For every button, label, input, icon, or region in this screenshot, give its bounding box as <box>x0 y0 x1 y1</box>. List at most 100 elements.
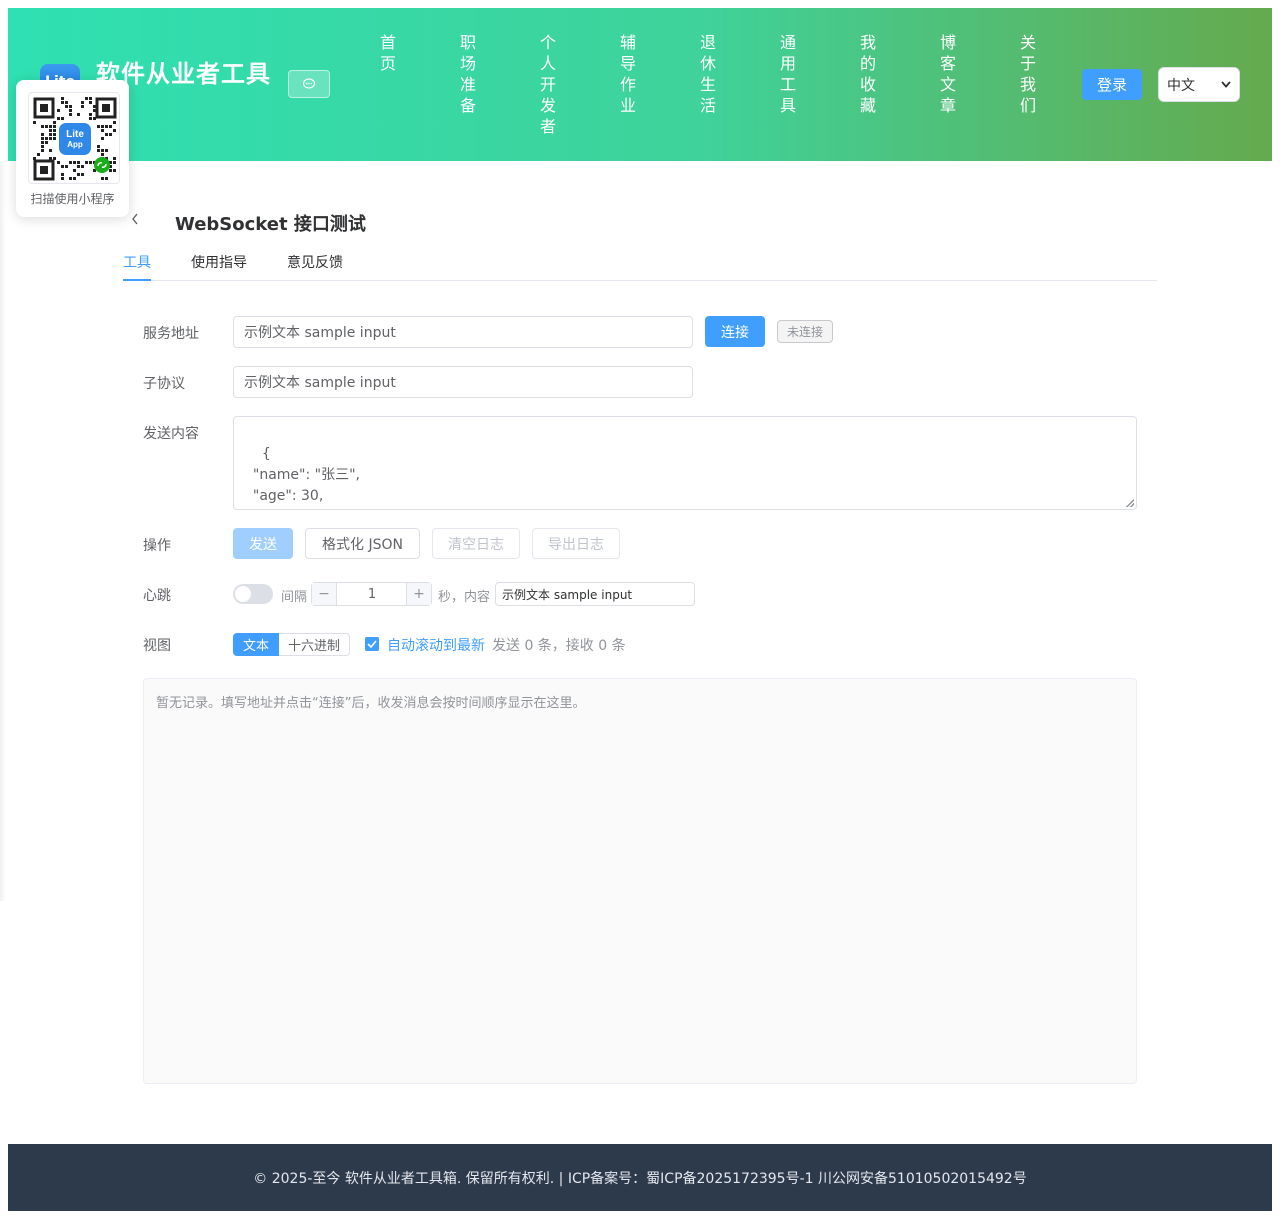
nav-item-tools[interactable]: 通用工具 <box>778 32 798 116</box>
site-header: Lite 软件从业者工具 首页 职场准备 个人开发者 辅导作业 退休生活 通用工… <box>8 8 1272 161</box>
qr-module <box>89 117 92 120</box>
page-title: WebSocket 接口测试 <box>175 214 366 235</box>
drawer-edge-shadow <box>0 161 6 901</box>
qr-module <box>53 121 56 124</box>
nav-item-about[interactable]: 关于我们 <box>1018 32 1038 116</box>
qr-module <box>85 161 88 164</box>
nav-item-career[interactable]: 职场准备 <box>458 32 478 116</box>
heartbeat-interval-value[interactable]: 1 <box>338 583 406 605</box>
tab-feedback[interactable]: 意见反馈 <box>287 252 343 281</box>
qr-module <box>69 113 72 116</box>
qr-module <box>65 165 68 168</box>
nav-item-homework[interactable]: 辅导作业 <box>618 32 638 116</box>
tab-guide[interactable]: 使用指导 <box>191 252 247 281</box>
qr-module <box>105 125 108 128</box>
qr-module <box>73 161 76 164</box>
subprotocol-input[interactable]: 示例文本 sample input <box>233 366 693 398</box>
heartbeat-content-input[interactable]: 示例文本 sample input <box>495 582 695 606</box>
qr-module <box>85 97 88 100</box>
heartbeat-interval-label: 间隔 <box>281 590 308 605</box>
auto-scroll-checkbox[interactable] <box>365 637 379 651</box>
view-hex-option[interactable]: 十六进制 <box>279 633 350 656</box>
nav-item-favorites[interactable]: 我的收藏 <box>858 32 878 116</box>
view-text-option[interactable]: 文本 <box>233 633 279 656</box>
back-button[interactable] <box>130 211 140 230</box>
message-log-panel[interactable]: 暂无记录。填写地址并点击“连接”后，收发消息会按时间顺序显示在这里。 <box>143 678 1137 1084</box>
qr-module <box>53 137 56 140</box>
heartbeat-unit-label: 秒，内容 <box>438 590 491 605</box>
log-empty-message: 暂无记录。填写地址并点击“连接”后，收发消息会按时间顺序显示在这里。 <box>156 696 586 711</box>
send-content-textarea[interactable]: { "name": "张三", "age": 30, "items": ["a"… <box>233 416 1137 510</box>
language-select[interactable]: 中文 <box>1158 67 1240 102</box>
qr-module <box>89 101 92 104</box>
qr-module <box>113 121 116 124</box>
qr-module <box>77 173 80 176</box>
qr-module <box>113 129 116 132</box>
nav-item-retirement[interactable]: 退休生活 <box>698 32 718 116</box>
qr-module <box>113 161 116 164</box>
qr-module <box>41 149 44 152</box>
chat-button[interactable] <box>288 70 330 98</box>
subprotocol-label: 子协议 <box>143 376 185 392</box>
qr-module <box>101 177 104 180</box>
qr-module <box>61 117 64 120</box>
qr-badge-bottom: App <box>67 140 83 149</box>
qr-module <box>45 137 48 140</box>
qr-module <box>101 129 104 132</box>
nav-item-blog[interactable]: 博客文章 <box>938 32 958 116</box>
nav-item-home[interactable]: 首页 <box>378 32 398 74</box>
connect-button[interactable]: 连接 <box>705 316 765 347</box>
qr-module <box>53 129 56 132</box>
send-content-label: 发送内容 <box>143 426 199 442</box>
login-button[interactable]: 登录 <box>1082 69 1142 100</box>
qr-label: 扫描使用小程序 <box>30 192 115 206</box>
qr-module <box>81 101 84 104</box>
format-json-button[interactable]: 格式化 JSON <box>305 528 420 559</box>
nav-item-indie-dev[interactable]: 个人开发者 <box>538 32 558 137</box>
qr-module <box>65 101 68 104</box>
server-address-label: 服务地址 <box>143 326 199 342</box>
qr-module <box>109 125 112 128</box>
qr-module <box>53 125 56 128</box>
qr-module <box>105 177 108 180</box>
qr-module <box>77 161 80 164</box>
qr-module <box>57 117 60 120</box>
qr-module <box>81 173 84 176</box>
mini-program-qr-card: Lite App 扫描使用小程序 <box>16 80 129 217</box>
qr-module <box>69 105 72 108</box>
qr-module <box>53 133 56 136</box>
auto-scroll-label[interactable]: 自动滚动到最新 <box>387 635 485 655</box>
tab-tool[interactable]: 工具 <box>123 252 151 281</box>
qr-module <box>49 133 52 136</box>
qr-module <box>109 169 112 172</box>
chevron-down-icon <box>1221 81 1231 88</box>
view-label: 视图 <box>143 638 171 654</box>
qr-module <box>41 133 44 136</box>
qr-badge-top: Lite <box>66 129 84 140</box>
qr-module <box>101 137 104 140</box>
qr-module <box>41 145 44 148</box>
export-log-button[interactable]: 导出日志 <box>532 528 620 559</box>
decrement-button[interactable]: − <box>312 583 337 605</box>
qr-module <box>45 125 48 128</box>
server-address-input[interactable]: 示例文本 sample input <box>233 316 693 348</box>
qr-module <box>113 157 116 160</box>
qr-module <box>101 125 104 128</box>
clear-log-button[interactable]: 清空日志 <box>432 528 520 559</box>
tool-tabs: 工具 使用指导 意见反馈 <box>123 250 1157 281</box>
increment-button[interactable]: + <box>406 583 431 605</box>
chat-bubble-icon <box>302 78 316 89</box>
heartbeat-toggle[interactable] <box>233 584 273 604</box>
qr-module <box>73 169 76 172</box>
qr-module <box>105 133 108 136</box>
heartbeat-interval-stepper[interactable]: − 1 + <box>311 582 432 606</box>
check-icon <box>367 640 377 648</box>
message-counts: 发送 0 条，接收 0 条 <box>492 638 626 654</box>
textarea-resize-handle[interactable] <box>1126 499 1134 507</box>
send-button[interactable]: 发送 <box>233 528 293 559</box>
qr-module <box>69 161 72 164</box>
qr-module <box>33 121 36 124</box>
actions-label: 操作 <box>143 538 171 554</box>
qr-module <box>49 137 52 140</box>
qr-module <box>97 125 100 128</box>
